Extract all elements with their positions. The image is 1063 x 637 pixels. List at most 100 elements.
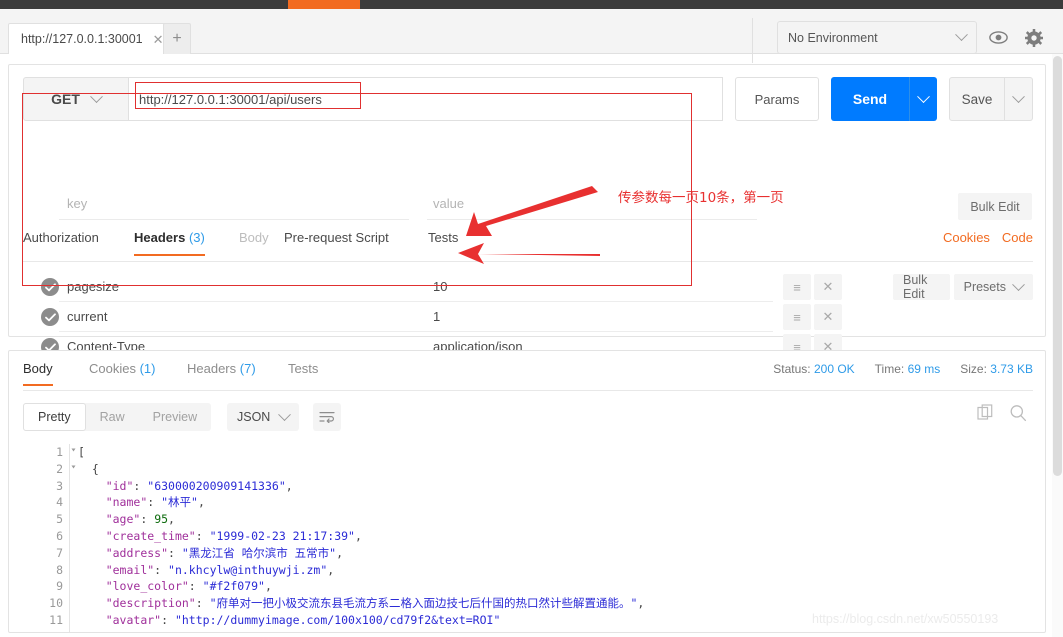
save-options-button[interactable] bbox=[1005, 77, 1033, 121]
headers-toolbar: Bulk Edit Presets bbox=[893, 273, 1033, 301]
code-line: 5 "age": 95, bbox=[31, 511, 1031, 528]
code-token: : bbox=[154, 562, 169, 577]
cookies-link[interactable]: Cookies bbox=[943, 230, 990, 245]
code-line: 8 "email": "n.khcylw@inthuywji.zm", bbox=[31, 561, 1031, 579]
code-text: "name": "林平", bbox=[78, 494, 1031, 511]
format-select[interactable]: JSON bbox=[227, 403, 300, 431]
code-token: "630000200909141336" bbox=[147, 478, 286, 493]
gutter-divider bbox=[69, 444, 70, 461]
code-line: 12 }, bbox=[31, 628, 1031, 632]
line-number: 1 bbox=[31, 444, 76, 461]
code-token: [ bbox=[78, 445, 85, 459]
line-number: 5 bbox=[56, 512, 63, 527]
line-number: 2 bbox=[31, 461, 76, 478]
annotation-text: 传参数每一页10条，第一页 bbox=[618, 190, 784, 206]
presets-button[interactable]: Presets bbox=[953, 274, 1033, 300]
list-menu-icon[interactable]: ≡ bbox=[783, 274, 811, 300]
params-button[interactable]: Params bbox=[735, 77, 819, 121]
code-text: "address": "黑龙江省 哈尔滨市 五常市", bbox=[78, 545, 1031, 562]
tab-headers[interactable]: Headers (3) bbox=[134, 230, 205, 256]
environment-select[interactable]: No Environment bbox=[777, 21, 977, 54]
send-button[interactable]: Send bbox=[831, 77, 909, 121]
header-key[interactable]: pagesize bbox=[67, 279, 119, 294]
code-token: "create_time" bbox=[105, 528, 196, 543]
tab-tests[interactable]: Tests bbox=[428, 230, 458, 254]
line-number: 6 bbox=[56, 528, 63, 543]
tab-body[interactable]: Body bbox=[239, 230, 269, 254]
fold-toggle-icon[interactable] bbox=[71, 465, 76, 469]
view-mode-pretty[interactable]: Pretty bbox=[23, 403, 86, 431]
view-mode-preview[interactable]: Preview bbox=[139, 403, 211, 431]
presets-label: Presets bbox=[963, 280, 1006, 294]
header-value[interactable]: 1 bbox=[433, 309, 440, 324]
code-token: : bbox=[168, 545, 182, 560]
code-line: 7 "address": "黑龙江省 哈尔滨市 五常市", bbox=[31, 544, 1031, 562]
close-icon[interactable]: ✕ bbox=[814, 304, 842, 330]
line-number: 3 bbox=[56, 478, 63, 493]
divider bbox=[59, 219, 409, 220]
code-token: "email" bbox=[105, 562, 155, 577]
tab-pre-request-script[interactable]: Pre-request Script bbox=[284, 230, 389, 254]
send-options-button[interactable] bbox=[909, 77, 937, 121]
response-tab-cookies[interactable]: Cookies (1) bbox=[89, 361, 155, 384]
code-token: "id" bbox=[105, 478, 134, 493]
header-enabled-checkbox[interactable] bbox=[41, 308, 59, 326]
close-icon[interactable]: ✕ bbox=[814, 274, 842, 300]
code-token: "n.khcylw@inthuywji.zm" bbox=[168, 562, 328, 577]
code-text: { bbox=[78, 461, 1031, 478]
code-token: , bbox=[197, 495, 205, 510]
header-value[interactable]: 10 bbox=[433, 279, 447, 294]
code-line: 2 { bbox=[31, 460, 1031, 478]
fold-toggle-icon[interactable] bbox=[71, 448, 76, 452]
params-ghost-row: key value Bulk Edit bbox=[23, 191, 1033, 221]
tab-authorization[interactable]: Authorization bbox=[23, 230, 99, 254]
page-scrollbar-thumb[interactable] bbox=[1053, 56, 1062, 476]
time-label: Time: bbox=[874, 362, 905, 376]
code-link[interactable]: Code bbox=[1002, 230, 1033, 245]
request-tab[interactable]: http://127.0.0.1:30001 ✕ bbox=[8, 23, 173, 54]
gear-icon[interactable] bbox=[1019, 22, 1049, 53]
table-row: current 1 ≡ ✕ bbox=[23, 302, 1033, 332]
url-row: GET http://127.0.0.1:30001/api/users Par… bbox=[23, 77, 1033, 121]
params-key-placeholder[interactable]: key bbox=[67, 196, 87, 211]
search-icon[interactable] bbox=[1009, 404, 1027, 425]
response-tab-body[interactable]: Body bbox=[23, 361, 53, 386]
environment-selected-label: No Environment bbox=[788, 30, 878, 45]
copy-icon[interactable] bbox=[977, 404, 995, 425]
code-token: , bbox=[336, 545, 344, 560]
send-group: Send bbox=[831, 77, 937, 121]
code-token: "name" bbox=[105, 495, 148, 510]
request-tab-bar: http://127.0.0.1:30001 ✕ + No Environmen… bbox=[0, 9, 1063, 63]
view-mode-raw[interactable]: Raw bbox=[86, 403, 139, 431]
size-badge: Size: 3.73 KB bbox=[960, 362, 1033, 376]
tab-label: Tests bbox=[428, 230, 459, 245]
eye-icon[interactable] bbox=[983, 22, 1013, 53]
code-token: "#f2f079" bbox=[202, 579, 265, 594]
code-line: 9 "love_color": "#f2f079", bbox=[31, 578, 1031, 596]
save-group: Save bbox=[949, 77, 1033, 121]
plus-icon: + bbox=[172, 30, 182, 47]
new-tab-button[interactable]: + bbox=[163, 23, 191, 54]
code-token: "府单对一把小极交流东县毛流方系二格入面边技七后什国的热口然计些解置通能。" bbox=[209, 596, 638, 611]
method-select[interactable]: GET bbox=[23, 77, 129, 121]
line-number: 7 bbox=[56, 545, 63, 560]
header-enabled-checkbox[interactable] bbox=[41, 278, 59, 296]
header-key[interactable]: current bbox=[67, 309, 107, 324]
params-value-placeholder[interactable]: value bbox=[433, 196, 464, 211]
request-tab-label: http://127.0.0.1:30001 bbox=[21, 32, 143, 46]
save-button[interactable]: Save bbox=[949, 77, 1005, 121]
tab-label: Authorization bbox=[23, 230, 99, 245]
response-tab-headers[interactable]: Headers (7) bbox=[187, 361, 256, 384]
code-token: "address" bbox=[105, 545, 169, 560]
close-icon[interactable]: ✕ bbox=[153, 33, 164, 46]
page-scrollbar[interactable] bbox=[1052, 54, 1063, 637]
url-input[interactable]: http://127.0.0.1:30001/api/users bbox=[129, 77, 723, 121]
code-token: "description" bbox=[105, 596, 196, 611]
word-wrap-icon[interactable] bbox=[313, 403, 341, 431]
response-body-code[interactable]: 1[2 {3 "id": "630000200909141336", 4 "nam… bbox=[31, 444, 1031, 632]
params-bulk-edit-button[interactable]: Bulk Edit bbox=[958, 193, 1032, 220]
bulk-edit-button[interactable]: Bulk Edit bbox=[893, 273, 950, 301]
response-tab-tests[interactable]: Tests bbox=[288, 361, 318, 384]
list-menu-icon[interactable]: ≡ bbox=[783, 304, 811, 330]
divider bbox=[427, 219, 757, 220]
